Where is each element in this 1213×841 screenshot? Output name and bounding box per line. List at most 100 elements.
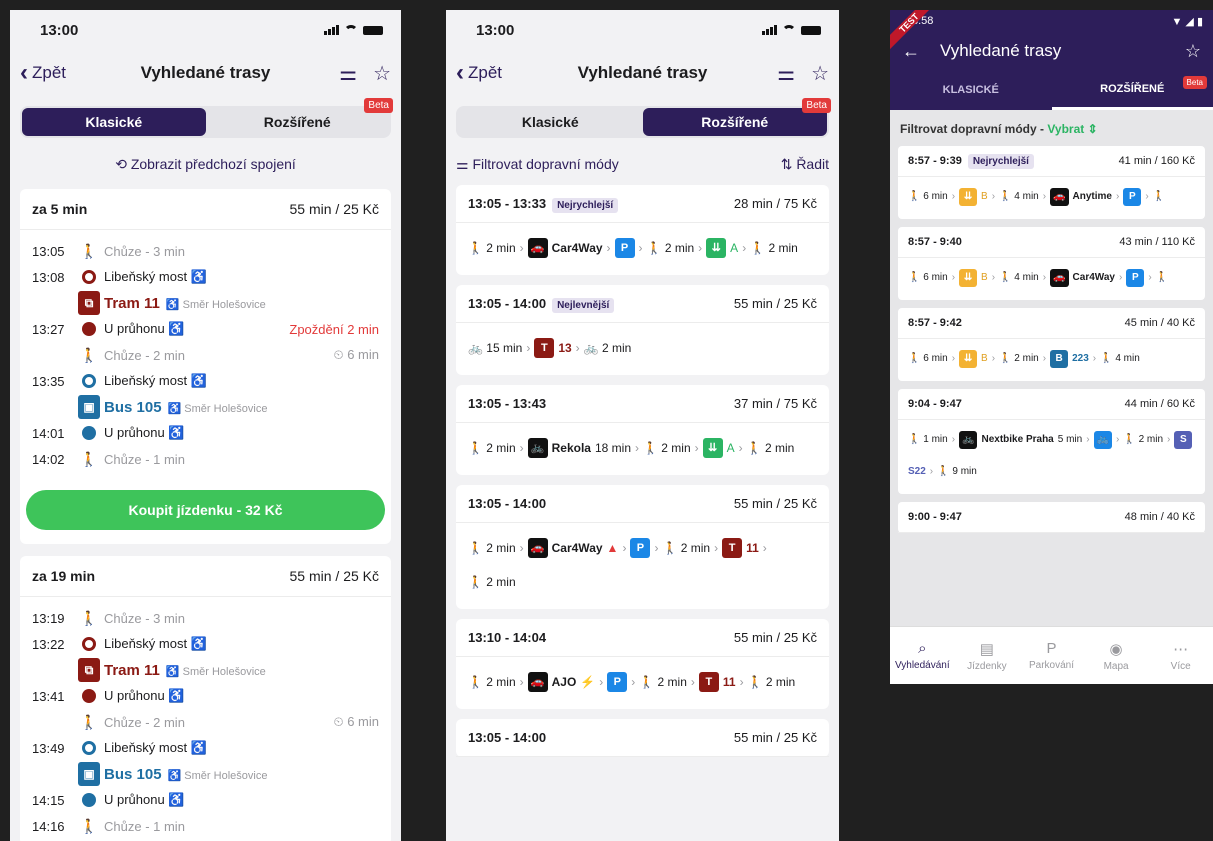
route-card[interactable]: 13:05 - 14:00 Nejlevnější 55 min / 25 Kč 🚲 …: [456, 285, 829, 375]
back-button[interactable]: ‹ Zpět: [20, 61, 66, 85]
chevron-right-icon: ›: [654, 541, 659, 555]
chevron-right-icon: ›: [929, 466, 934, 477]
row-label: Chůze - 2 min: [104, 715, 333, 730]
route-card[interactable]: 13:10 - 14:04 55 min / 25 Kč 🚶 2 min › 🚗 AJO ⚡…: [456, 619, 829, 709]
row-label: Chůze - 1 min: [104, 452, 379, 467]
route-list: 13:05 - 13:33 Nejrychlejší 28 min / 75 Kč 🚶…: [446, 185, 839, 757]
provider-name: Nextbike Praha: [981, 434, 1054, 445]
route-card[interactable]: 13:05 - 13:43 37 min / 75 Kč 🚶 2 min › 🚲 Reko…: [456, 385, 829, 475]
chevron-right-icon: ›: [742, 241, 747, 255]
itinerary-row: 13:41 U průhonu ♿: [32, 683, 379, 709]
walk-segment: 🚶 4 min: [1100, 345, 1140, 373]
duration-price: 48 min / 40 Kč: [1124, 511, 1195, 523]
filter-select-link[interactable]: Vybrat ⇕: [1047, 122, 1097, 136]
segment-duration: 4 min: [1115, 353, 1140, 364]
filter-modes-button[interactable]: ⚌ Filtrovat dopravní módy: [456, 156, 619, 173]
star-icon[interactable]: ☆: [1185, 41, 1201, 62]
nav-item-1[interactable]: ▤ Jízdenky: [955, 627, 1020, 684]
row-icon: 🚶: [74, 610, 104, 627]
row-time: 13:05: [32, 243, 65, 259]
route-card[interactable]: 13:05 - 14:00 55 min / 25 Kč 🚶 2 min › 🚗 Car4…: [456, 485, 829, 609]
sort-label: Řadit: [796, 156, 829, 172]
route-segments: 🚶 6 min › ⇊ B › 🚶 4 min › 🚗 Anytime › P › 🚶: [898, 177, 1205, 219]
chevron-right-icon: ›: [1115, 191, 1120, 202]
walk-segment: 🚶 2 min: [999, 345, 1039, 373]
segment-duration: 2 min: [764, 441, 795, 455]
card-header: 13:05 - 13:33 Nejrychlejší 28 min / 75 Kč: [456, 185, 829, 223]
filter-icon[interactable]: ⚌: [777, 61, 795, 86]
card-header: 9:00 - 9:47 48 min / 40 Kč: [898, 502, 1205, 533]
status-bar: 13:00: [446, 10, 839, 50]
row-label: Tram 11 ♿ Směr Holešovice: [104, 662, 379, 679]
previous-connections-link[interactable]: ⟲ Zobrazit předchozí spojení: [10, 156, 401, 173]
row-icon: [74, 689, 104, 703]
walk-icon: 🚶: [468, 541, 487, 555]
row-time: 13:22: [32, 636, 65, 652]
status-bar: 13:00: [10, 10, 401, 50]
row-icon: [74, 270, 104, 284]
route-card[interactable]: 8:57 - 9:42 45 min / 40 Kč 🚶 6 min › ⇊ B › 🚶 2 …: [898, 308, 1205, 381]
bike-segment: 🚲 2 min: [584, 333, 632, 363]
route-card[interactable]: 9:04 - 9:47 44 min / 60 Kč 🚶 1 min › 🚲 Nextbi…: [898, 389, 1205, 494]
more-icon: ⋯: [1173, 640, 1189, 658]
walk-segment: 🚶 2 min: [643, 433, 691, 463]
walk-segment: 🚶 2 min: [468, 233, 516, 263]
star-icon[interactable]: ☆: [373, 61, 391, 86]
nav-item-2[interactable]: P Parkování: [1019, 627, 1084, 684]
route-card[interactable]: 13:05 - 13:33 Nejrychlejší 28 min / 75 Kč 🚶…: [456, 185, 829, 275]
buy-ticket-button[interactable]: Koupit jízdenku - 32 Kč: [26, 490, 385, 530]
line-label: A: [726, 441, 735, 455]
arrow-left-icon[interactable]: ←: [902, 41, 940, 62]
nav-item-0[interactable]: ⌕ Vyhledávání: [890, 627, 955, 684]
row-label: Libeňský most ♿: [104, 740, 379, 756]
route-card[interactable]: 8:57 - 9:40 43 min / 110 Kč 🚶 6 min › ⇊ B › 🚶 4…: [898, 227, 1205, 300]
star-icon[interactable]: ☆: [811, 61, 829, 86]
nav-item-3[interactable]: ◉ Mapa: [1084, 627, 1149, 684]
duration-price: 28 min / 75 Kč: [733, 196, 817, 211]
row-text: U průhonu ♿: [104, 425, 185, 440]
duration-price: 55 min / 25 Kč: [733, 296, 817, 311]
time-range: 9:04 - 9:47: [908, 398, 962, 410]
row-label: Chůze - 2 min: [104, 348, 333, 363]
route-segments: 🚶 2 min › 🚗 AJO ⚡ › P › 🚶 2 min › T 11 › 🚶 2 min: [456, 657, 829, 709]
tab-extended[interactable]: Rozšířené: [642, 108, 827, 136]
row-text: Chůze - 2 min: [104, 347, 185, 363]
connection-card[interactable]: za 5 min 55 min / 25 Kč 13:05 🚶 Chůze - 3 mi…: [20, 189, 391, 544]
tab-classic[interactable]: Klasické: [22, 108, 206, 136]
chevron-left-icon: ‹: [20, 59, 28, 86]
row-icon: [74, 793, 104, 807]
filter-bar: ⚌ Filtrovat dopravní módy ⇅ Řadit: [446, 156, 839, 173]
segment-duration: 9 min: [952, 466, 977, 477]
chevron-right-icon: ›: [1042, 272, 1047, 283]
chevron-right-icon: ›: [1042, 353, 1047, 364]
filter-icon[interactable]: ⚌: [339, 61, 357, 86]
time-range: 13:05 - 14:00: [468, 730, 547, 745]
chevron-right-icon: ›: [991, 191, 996, 202]
row-icon: 🚶: [74, 714, 104, 731]
route-card[interactable]: 13:05 - 14:00 55 min / 25 Kč: [456, 719, 829, 757]
tab-classic[interactable]: Klasické: [458, 108, 643, 136]
row-label: U průhonu ♿: [104, 321, 289, 337]
connection-card[interactable]: za 19 min 55 min / 25 Kč 13:19 🚶 Chůze - 3 m…: [20, 556, 391, 841]
walk-segment: 🚶: [1156, 264, 1168, 292]
row-text: Libeňský most ♿: [104, 269, 207, 284]
tab-classic[interactable]: KLASICKÉ: [890, 70, 1052, 110]
segment-duration: 2 min: [1014, 353, 1039, 364]
segment-duration: 2 min: [486, 575, 516, 589]
stop-icon: [82, 270, 96, 284]
route-card[interactable]: 8:57 - 9:39 Nejrychlejší 41 min / 160 Kč 🚶 …: [898, 146, 1205, 219]
tab-extended[interactable]: Rozšířené: [206, 108, 390, 136]
nav-item-4[interactable]: ⋯ Více: [1148, 627, 1213, 684]
row-text: Chůze - 1 min: [104, 451, 185, 467]
provider-name: Rekola: [551, 441, 591, 455]
route-segments: 🚶 2 min › 🚲 Rekola 18 min › 🚶 2 min › ⇊ A › 🚶 2 min: [456, 423, 829, 475]
row-icon: [74, 426, 104, 440]
sort-button[interactable]: ⇅ Řadit: [781, 156, 829, 173]
row-label: Chůze - 1 min: [104, 819, 379, 834]
chevron-right-icon: ›: [762, 541, 767, 555]
time-range-group: 9:04 - 9:47: [908, 398, 962, 410]
walk-icon: 🚶: [646, 241, 665, 255]
route-segments: 🚶 6 min › ⇊ B › 🚶 2 min › B 223 › 🚶 4 min: [898, 339, 1205, 381]
route-card[interactable]: 9:00 - 9:47 48 min / 40 Kč: [898, 502, 1205, 533]
back-button[interactable]: ‹ Zpět: [456, 61, 502, 85]
